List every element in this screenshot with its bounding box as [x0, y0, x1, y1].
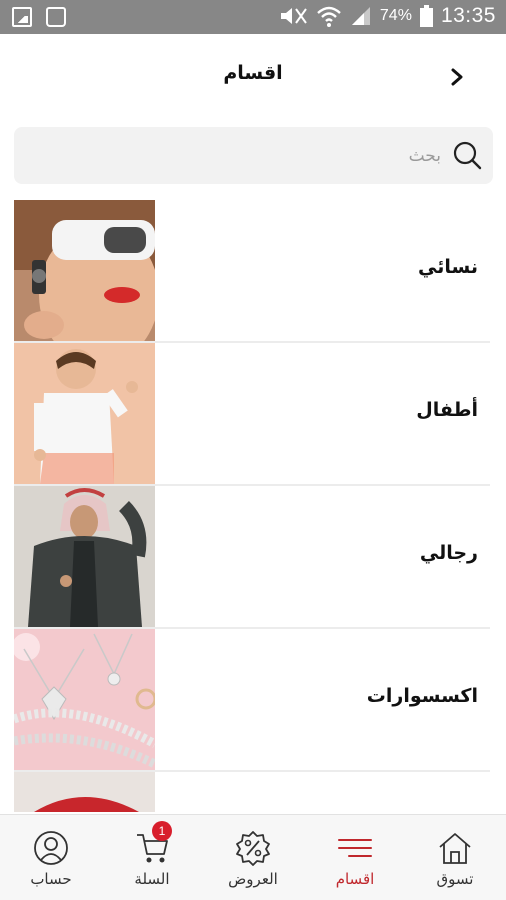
- category-image-men: [14, 486, 155, 627]
- category-label: أطفال: [416, 399, 478, 421]
- search-bar[interactable]: [14, 127, 493, 184]
- nav-label: السلة: [134, 870, 170, 888]
- battery-icon: [419, 5, 433, 27]
- category-image-partial: [14, 772, 155, 812]
- cart-badge: 1: [152, 821, 172, 841]
- bottom-navigation: حساب 1 السلة العروض اقسام تسوق: [0, 814, 506, 900]
- category-label: رجالي: [419, 542, 478, 564]
- back-button[interactable]: [440, 60, 474, 94]
- status-bar: 74% 13:35: [0, 0, 506, 34]
- mute-icon: [280, 8, 307, 24]
- search-icon[interactable]: [452, 140, 482, 170]
- clock: 13:35: [440, 4, 496, 27]
- category-item-partial[interactable]: [14, 772, 490, 812]
- recycle-notification-icon: [46, 7, 66, 27]
- wifi-icon: [317, 6, 341, 27]
- gallery-notification-icon: [12, 7, 32, 27]
- category-label: نسائي: [418, 256, 478, 278]
- nav-categories[interactable]: اقسام: [310, 815, 400, 900]
- nav-account[interactable]: حساب: [6, 815, 96, 900]
- chevron-right-icon: [451, 68, 463, 86]
- category-item-kids[interactable]: أطفال: [14, 343, 490, 486]
- category-item-men[interactable]: رجالي: [14, 486, 490, 629]
- nav-label: العروض: [228, 870, 278, 888]
- user-icon: [34, 831, 68, 865]
- battery-percent: 74%: [379, 7, 412, 24]
- category-image-women: [14, 200, 155, 341]
- search-input[interactable]: [41, 127, 441, 184]
- category-item-accessories[interactable]: اكسسوارات: [14, 629, 490, 772]
- nav-label: حساب: [30, 870, 72, 888]
- nav-cart[interactable]: 1 السلة: [107, 815, 197, 900]
- category-label: اكسسوارات: [366, 685, 478, 707]
- app-header: اقسام: [0, 34, 506, 116]
- nav-label: تسوق: [436, 870, 474, 888]
- page-title: اقسام: [223, 62, 283, 84]
- nav-shop[interactable]: تسوق: [410, 815, 500, 900]
- category-image-accessories: [14, 629, 155, 770]
- category-image-kids: [14, 343, 155, 484]
- category-item-women[interactable]: نسائي: [14, 200, 490, 343]
- nav-offers[interactable]: العروض: [208, 815, 298, 900]
- signal-icon: [351, 7, 370, 25]
- category-list: نسائي أطفال رجالي اكسسوارات: [14, 200, 490, 812]
- nav-label: اقسام: [335, 870, 375, 888]
- discount-icon: [236, 831, 270, 866]
- home-icon: [439, 833, 471, 864]
- menu-icon: [338, 839, 372, 857]
